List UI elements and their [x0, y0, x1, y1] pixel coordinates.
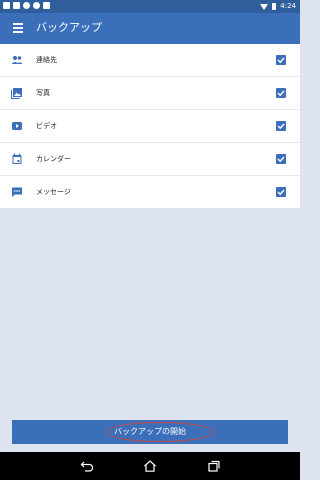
list-item-contacts[interactable]: 連絡先	[0, 44, 300, 77]
navigation-bar	[0, 452, 300, 480]
back-icon[interactable]	[80, 460, 94, 472]
status-time: 4:24	[280, 2, 296, 10]
wifi-icon	[260, 3, 269, 10]
list-item-calendar[interactable]: カレンダー	[0, 143, 300, 176]
battery-icon	[272, 3, 277, 10]
check-icon	[277, 123, 285, 130]
menu-icon[interactable]	[13, 23, 23, 33]
checkbox-messages[interactable]	[276, 187, 286, 197]
page-title: バックアップ	[36, 21, 102, 34]
message-icon	[12, 187, 22, 197]
checkbox-calendar[interactable]	[276, 154, 286, 164]
calendar-icon	[12, 153, 22, 164]
item-label: カレンダー	[36, 155, 71, 163]
list-item-messages[interactable]: メッセージ	[0, 176, 300, 208]
photos-icon	[11, 88, 22, 99]
checkbox-video[interactable]	[276, 121, 286, 131]
status-bar: 4:24	[0, 0, 300, 13]
list-item-photos[interactable]: 写真	[0, 77, 300, 110]
item-label: ビデオ	[36, 122, 57, 130]
list-item-video[interactable]: ビデオ	[0, 110, 300, 143]
check-icon	[277, 156, 285, 163]
app-bar: バックアップ	[0, 13, 300, 44]
item-label: 連絡先	[36, 56, 57, 64]
check-icon	[277, 189, 285, 196]
backup-item-list: 連絡先 写真 ビデオ カレンダー メッセージ	[0, 44, 300, 208]
item-label: メッセージ	[36, 188, 71, 196]
notification-icon	[33, 2, 40, 9]
check-icon	[277, 57, 285, 64]
notification-icon	[23, 2, 30, 9]
recent-apps-icon[interactable]	[207, 460, 221, 472]
checkbox-contacts[interactable]	[276, 55, 286, 65]
item-label: 写真	[36, 89, 50, 97]
notification-icon	[3, 2, 10, 9]
notification-icon	[43, 2, 50, 9]
contacts-icon	[11, 56, 23, 64]
notification-icon	[13, 2, 20, 9]
start-backup-label: バックアップの開始	[114, 427, 186, 436]
start-backup-button[interactable]: バックアップの開始	[12, 420, 288, 444]
home-icon[interactable]	[143, 460, 157, 472]
checkbox-photos[interactable]	[276, 88, 286, 98]
check-icon	[277, 90, 285, 97]
video-icon	[12, 122, 22, 130]
